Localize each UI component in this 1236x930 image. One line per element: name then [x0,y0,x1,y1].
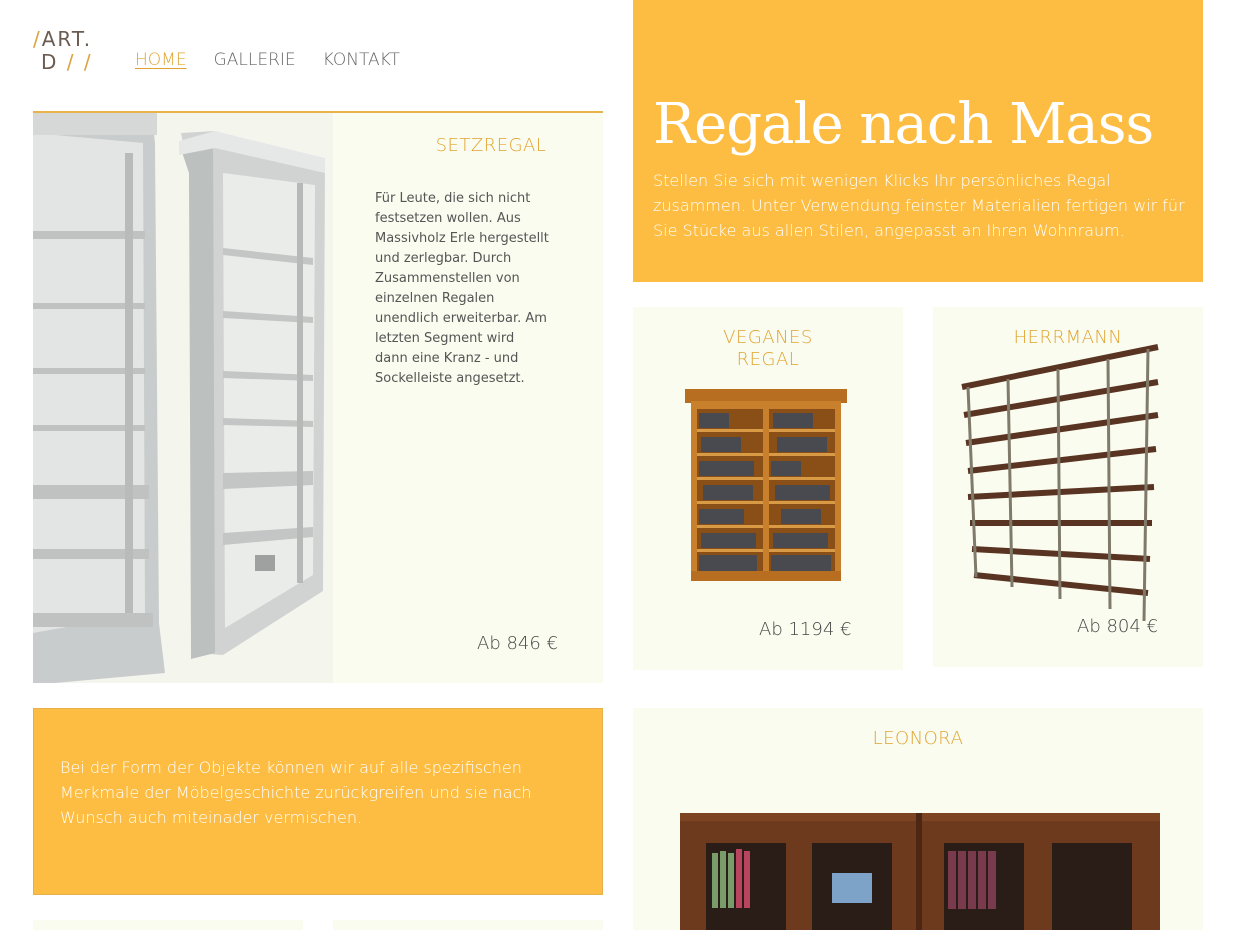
info-box: Bei der Form der Objekte können wir auf … [33,708,603,895]
hero-title: Regale nach Mass [653,92,1154,157]
main-nav: HOME GALLERIE KONTAKT [135,50,400,70]
nav-kontakt[interactable]: KONTAKT [323,50,400,70]
product-title-herrmann[interactable]: HERRMANN [993,327,1143,349]
logo-slashes: / / [66,50,93,74]
product-price-setzregal: Ab 846 € [477,633,558,654]
veganes-regal-image [685,389,847,581]
logo[interactable]: /ART. D / / [33,28,103,74]
product-title-veganes-regal[interactable]: VEGANES REGAL [693,327,843,371]
product-title-setzregal[interactable]: SETZREGAL [431,135,551,157]
hero-banner: Regale nach Mass Stellen Sie sich mit we… [633,0,1203,282]
logo-slash: / [33,27,42,51]
product-description-setzregal: Für Leute, die sich nicht festsetzen wol… [375,191,549,386]
herrmann-image [961,344,1159,622]
product-card-herrmann[interactable]: HERRMANN Ab 804 € [933,307,1203,667]
hero-text: Stellen Sie sich mit wenigen Klicks Ihr … [653,171,1185,240]
product-card-leonora[interactable]: LEONORA [633,708,1203,930]
product-price-herrmann: Ab 804 € [1077,616,1158,637]
setzregal-image [33,113,333,683]
product-title-leonora[interactable]: LEONORA [833,728,1003,750]
product-price-veganes-regal: Ab 1194 € [759,619,852,640]
nav-home[interactable]: HOME [135,50,187,70]
product-card-veganes-regal[interactable]: VEGANES REGAL Ab 1194 € [633,307,903,670]
product-card-stub [333,920,603,930]
product-card-stub [33,920,303,930]
logo-text-line2: D [41,50,59,74]
product-card-setzregal[interactable]: SETZREGAL Für Leute, die sich nicht fest… [33,111,603,683]
nav-gallerie[interactable]: GALLERIE [214,50,296,70]
info-text: Bei der Form der Objekte können wir auf … [60,758,532,827]
leonora-image [680,813,1160,930]
logo-text-line1: ART. [41,27,93,51]
